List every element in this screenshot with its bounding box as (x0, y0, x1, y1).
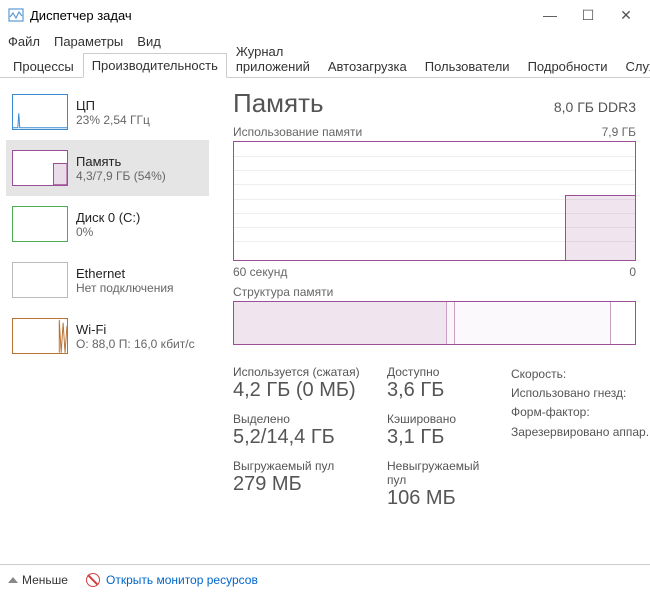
main-area: ЦП 23% 2,54 ГГц Память 4,3/7,9 ГБ (54%) … (0, 78, 650, 564)
tab-startup[interactable]: Автозагрузка (319, 54, 416, 78)
tab-app-history[interactable]: Журнал приложений (227, 39, 319, 78)
window-controls: — ☐ ✕ (540, 5, 642, 25)
usage-chart-label: Использование памяти (233, 125, 362, 139)
stat-paged-label: Выгружаемый пул (233, 459, 373, 473)
fewer-details-label: Меньше (22, 573, 68, 587)
stat-cached-value: 3,1 ГБ (387, 426, 497, 449)
fewer-details-button[interactable]: Меньше (10, 573, 68, 587)
tab-bar: Процессы Производительность Журнал прило… (0, 52, 650, 78)
resource-monitor-icon (86, 573, 100, 587)
memory-installed: 8,0 ГБ DDR3 (554, 99, 636, 115)
stat-paged-value: 279 МБ (233, 473, 373, 496)
statusbar: Меньше Открыть монитор ресурсов (0, 564, 650, 594)
stat-committed-label: Выделено (233, 412, 373, 426)
maximize-button[interactable]: ☐ (578, 5, 598, 25)
tab-performance[interactable]: Производительность (83, 53, 227, 78)
chevron-up-icon (8, 577, 18, 583)
sidebar-item-memory[interactable]: Память 4,3/7,9 ГБ (54%) (6, 140, 209, 196)
sidebar-item-cpu[interactable]: ЦП 23% 2,54 ГГц (6, 84, 209, 140)
stat-in-use-value: 4,2 ГБ (0 МБ) (233, 379, 373, 402)
composition-modified (447, 302, 455, 344)
sidebar-disk-label: Диск 0 (C:) (76, 210, 140, 225)
stat-available-label: Доступно (387, 365, 497, 379)
stat-nonpaged-value: 106 МБ (387, 487, 497, 510)
usage-chart-xleft: 60 секунд (233, 265, 287, 279)
spec-reserved: Зарезервировано аппар... (511, 423, 650, 442)
usage-chart-fill (565, 195, 635, 260)
menubar: Файл Параметры Вид (0, 30, 650, 52)
window-title: Диспетчер задач (30, 8, 132, 23)
menu-options[interactable]: Параметры (54, 34, 123, 49)
composition-in-use (234, 302, 447, 344)
content-panel: Память 8,0 ГБ DDR3 Использование памяти … (215, 78, 650, 564)
tab-processes[interactable]: Процессы (4, 54, 83, 78)
minimize-button[interactable]: — (540, 5, 560, 25)
stat-available-value: 3,6 ГБ (387, 379, 497, 402)
tab-users[interactable]: Пользователи (416, 54, 519, 78)
usage-chart (233, 141, 636, 261)
spec-slots: Использовано гнезд: (511, 384, 650, 403)
tab-details[interactable]: Подробности (519, 54, 617, 78)
usage-chart-max: 7,9 ГБ (602, 125, 636, 139)
close-button[interactable]: ✕ (616, 5, 636, 25)
composition-label: Структура памяти (233, 285, 636, 299)
disk-thumb-icon (12, 206, 68, 242)
sidebar-item-ethernet[interactable]: Ethernet Нет подключения (6, 252, 209, 308)
sidebar-wifi-sub: О: 88,0 П: 16,0 кбит/с (76, 337, 195, 351)
sidebar-wifi-label: Wi-Fi (76, 322, 195, 337)
wifi-thumb-icon (12, 318, 68, 354)
stat-committed-value: 5,2/14,4 ГБ (233, 426, 373, 449)
spec-speed: Скорость: (511, 365, 650, 384)
stat-nonpaged-label: Невыгружаемый пул (387, 459, 497, 487)
spec-form: Форм-фактор: (511, 403, 650, 422)
tab-services[interactable]: Службы (616, 54, 650, 78)
page-title: Память (233, 88, 324, 119)
open-resource-monitor-label: Открыть монитор ресурсов (106, 573, 258, 587)
composition-chart (233, 301, 636, 345)
sidebar-ethernet-label: Ethernet (76, 266, 174, 281)
composition-standby (455, 302, 611, 344)
menu-file[interactable]: Файл (8, 34, 40, 49)
usage-chart-xright: 0 (629, 265, 636, 279)
sidebar-memory-sub: 4,3/7,9 ГБ (54%) (76, 169, 166, 183)
sidebar-cpu-label: ЦП (76, 98, 150, 113)
menu-view[interactable]: Вид (137, 34, 161, 49)
stats-grid: Используется (сжатая) 4,2 ГБ (0 МБ) Выде… (233, 365, 636, 520)
ethernet-thumb-icon (12, 262, 68, 298)
sidebar-disk-sub: 0% (76, 225, 140, 239)
sidebar-memory-label: Память (76, 154, 166, 169)
sidebar-ethernet-sub: Нет подключения (76, 281, 174, 295)
sidebar-item-disk[interactable]: Диск 0 (C:) 0% (6, 196, 209, 252)
app-icon (8, 7, 24, 23)
titlebar: Диспетчер задач — ☐ ✕ (0, 0, 650, 30)
sidebar-cpu-sub: 23% 2,54 ГГц (76, 113, 150, 127)
stat-in-use-label: Используется (сжатая) (233, 365, 373, 379)
composition-free (611, 302, 635, 344)
open-resource-monitor-link[interactable]: Открыть монитор ресурсов (86, 573, 258, 587)
memory-thumb-icon (12, 150, 68, 186)
stat-cached-label: Кэшировано (387, 412, 497, 426)
sidebar: ЦП 23% 2,54 ГГц Память 4,3/7,9 ГБ (54%) … (0, 78, 215, 564)
cpu-thumb-icon (12, 94, 68, 130)
sidebar-item-wifi[interactable]: Wi-Fi О: 88,0 П: 16,0 кбит/с (6, 308, 209, 364)
